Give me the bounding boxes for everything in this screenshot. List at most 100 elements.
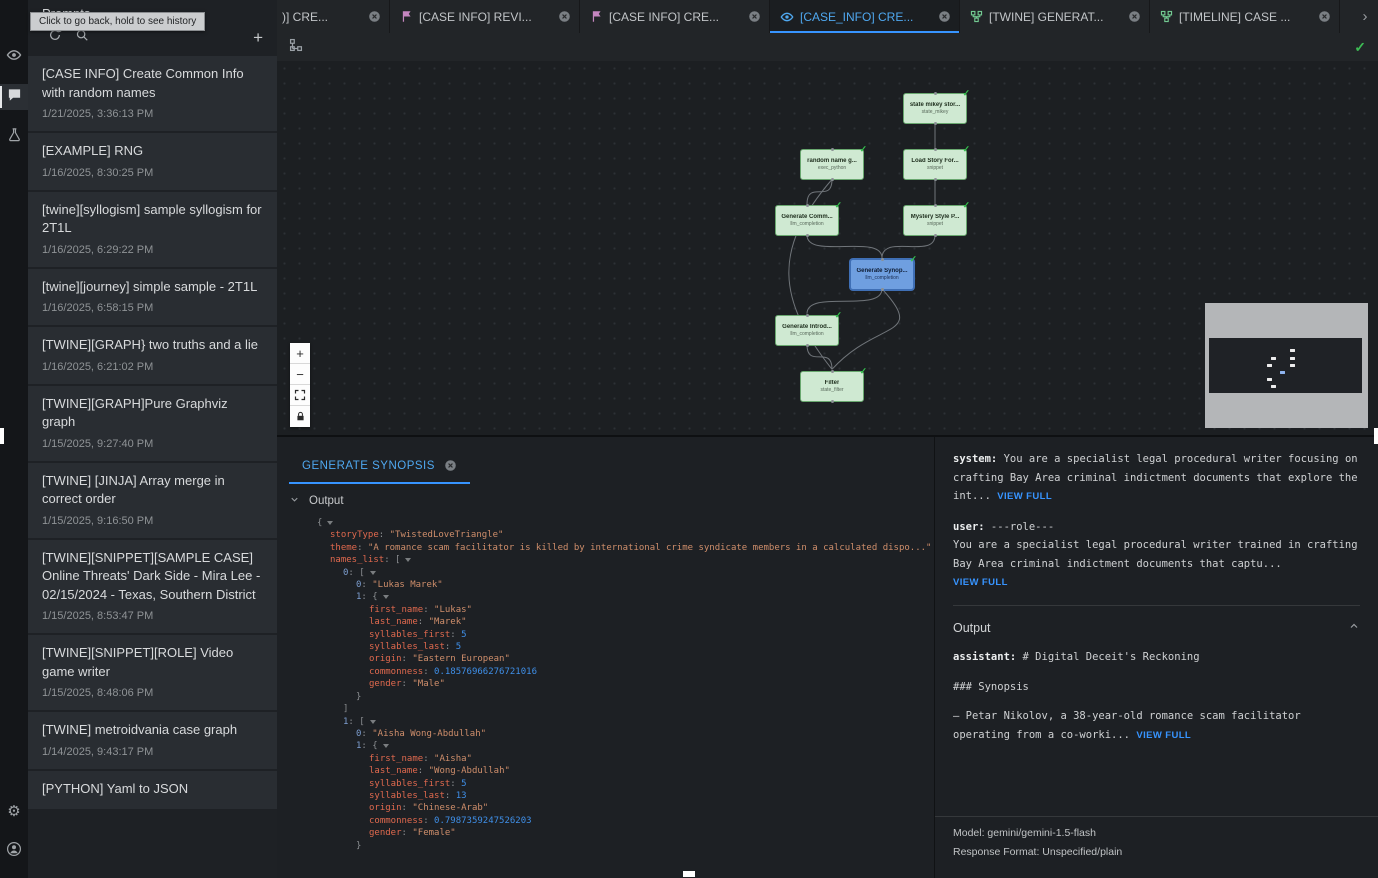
editor-tab-0[interactable]: )] CRE... bbox=[277, 0, 390, 33]
editor-tab-4[interactable]: [TWINE] GENERAT... bbox=[960, 0, 1150, 33]
bottom-split: GENERATE SYNOPSIS Output {storyType: "Tw… bbox=[277, 437, 1378, 878]
flow-node-6[interactable]: Generate Introd...llm_completion✓ bbox=[775, 315, 839, 346]
synopsis-text: — Petar Nikolov, a 38-year-old romance s… bbox=[953, 710, 1301, 741]
prompts-rail-button[interactable] bbox=[0, 84, 28, 110]
splitter-handle-bottom[interactable] bbox=[683, 871, 695, 877]
flow-node-1[interactable]: random name g...exec_python✓ bbox=[800, 149, 864, 180]
collapse-caret-icon[interactable] bbox=[370, 571, 376, 575]
node-subtitle: state_mikey bbox=[922, 109, 949, 115]
zoom-in-button[interactable]: + bbox=[290, 343, 310, 364]
prompt-list-item[interactable]: [CASE INFO] Create Common Info with rand… bbox=[28, 56, 277, 131]
splitter-handle-right[interactable] bbox=[1374, 428, 1378, 444]
prompt-list-item[interactable]: [TWINE][GRAPH]Pure Graphviz graph1/15/20… bbox=[28, 386, 277, 461]
lock-button[interactable] bbox=[290, 406, 310, 427]
view-full-link[interactable]: VIEW FULL bbox=[1136, 730, 1191, 741]
close-icon[interactable] bbox=[938, 10, 951, 23]
prompt-list-item[interactable]: [TWINE][SNIPPET][SAMPLE CASE] Online Thr… bbox=[28, 540, 277, 634]
collapse-caret-icon[interactable] bbox=[327, 521, 333, 525]
flow-node-4[interactable]: Mystery Style P...snippet✓ bbox=[903, 205, 967, 236]
editor-tab-3[interactable]: [CASE_INFO] CRE... bbox=[770, 0, 960, 33]
detail-output-header[interactable]: Output bbox=[953, 606, 1360, 649]
output-tab-generate-synopsis[interactable]: GENERATE SYNOPSIS bbox=[289, 450, 470, 484]
close-icon[interactable] bbox=[1318, 10, 1331, 23]
close-icon[interactable] bbox=[368, 10, 381, 23]
view-full-link[interactable]: VIEW FULL bbox=[997, 491, 1052, 502]
settings-button[interactable]: ⚙ bbox=[0, 798, 28, 824]
flow-node-7[interactable]: Filterstate_filter✓ bbox=[800, 371, 864, 402]
prompt-date: 1/14/2025, 9:43:17 PM bbox=[42, 746, 263, 758]
eye-rail-button[interactable] bbox=[0, 44, 28, 70]
collapse-caret-icon[interactable] bbox=[405, 558, 411, 562]
prompt-list-item[interactable]: [TWINE] [JINJA] Array merge in correct o… bbox=[28, 463, 277, 538]
json-token: names_list bbox=[330, 555, 384, 565]
view-full-link[interactable]: VIEW FULL bbox=[953, 577, 1008, 588]
prompt-list-item[interactable]: [TWINE] metroidvania case graph1/14/2025… bbox=[28, 712, 277, 769]
minimap[interactable] bbox=[1205, 303, 1368, 428]
tab-scroll-right-button[interactable]: › bbox=[1352, 0, 1378, 33]
node-title: Mystery Style P... bbox=[911, 214, 960, 220]
flask-icon bbox=[7, 127, 22, 147]
prompt-list-item[interactable]: [TWINE][SNIPPET][ROLE] Video game writer… bbox=[28, 635, 277, 710]
prompt-list-item[interactable]: [EXAMPLE] RNG1/16/2025, 8:30:25 PM bbox=[28, 133, 277, 190]
node-subtitle: llm_completion bbox=[790, 221, 823, 227]
json-token: "Aisha Wong-Abdullah" bbox=[372, 729, 486, 739]
minimap-node-dot bbox=[1267, 378, 1272, 381]
json-token: { bbox=[372, 592, 377, 602]
editor-tab-5[interactable]: [TIMELINE] CASE ... bbox=[1150, 0, 1340, 33]
prompt-list-item[interactable]: [twine][journey] simple sample - 2T1L1/1… bbox=[28, 269, 277, 326]
collapse-caret-icon[interactable] bbox=[370, 720, 376, 724]
close-icon[interactable] bbox=[1128, 10, 1141, 23]
tab-label: [TWINE] GENERAT... bbox=[989, 10, 1122, 24]
prompt-list-item[interactable]: [PYTHON] Yaml to JSON bbox=[28, 771, 277, 810]
splitter-handle-left[interactable] bbox=[0, 428, 4, 444]
output-section-toggle[interactable]: Output bbox=[289, 494, 934, 508]
flow-node-2[interactable]: Load Story For...snippet✓ bbox=[903, 149, 967, 180]
flow-node-5[interactable]: Generate Synop...llm_completion✓ bbox=[850, 259, 914, 290]
flow-edge bbox=[807, 235, 882, 258]
collapse-caret-icon[interactable] bbox=[383, 744, 389, 748]
json-token: 5 bbox=[461, 779, 466, 789]
json-token: : bbox=[418, 766, 429, 776]
flow-node-3[interactable]: Generate Comm...llm_completion✓ bbox=[775, 205, 839, 236]
account-button[interactable] bbox=[0, 838, 28, 864]
collapse-caret-icon[interactable] bbox=[383, 595, 389, 599]
node-success-check-icon: ✓ bbox=[859, 144, 867, 155]
assistant-title-text: # Digital Deceit's Reckoning bbox=[1016, 651, 1199, 663]
minimap-node-dot bbox=[1267, 364, 1272, 367]
tab-label: [CASE INFO] REVI... bbox=[419, 10, 552, 24]
flow-canvas[interactable]: state mikey stor...state_mikey✓random na… bbox=[277, 61, 1378, 435]
prompt-date: 1/21/2025, 3:36:13 PM bbox=[42, 108, 263, 120]
zoom-out-button[interactable]: − bbox=[290, 364, 310, 385]
prompt-date: 1/15/2025, 8:53:47 PM bbox=[42, 610, 263, 622]
flow-node-0[interactable]: state mikey stor...state_mikey✓ bbox=[903, 93, 967, 124]
auto-layout-icon[interactable] bbox=[289, 38, 303, 57]
editor-tab-1[interactable]: [CASE INFO] REVI... bbox=[390, 0, 580, 33]
json-token: "Lukas Marek" bbox=[372, 580, 442, 590]
prompt-date: 1/15/2025, 8:48:06 PM bbox=[42, 687, 263, 699]
json-token: : bbox=[450, 779, 461, 789]
prompt-title: [TWINE][GRAPH} two truths and a lie bbox=[42, 336, 263, 355]
close-icon[interactable] bbox=[748, 10, 761, 23]
add-prompt-button[interactable]: + bbox=[253, 29, 263, 46]
json-line: last_name: "Wong-Abdullah" bbox=[317, 765, 934, 777]
json-tree: {storyType: "TwistedLoveTriangle"theme: … bbox=[317, 517, 934, 852]
close-icon[interactable] bbox=[558, 10, 571, 23]
json-line: first_name: "Lukas" bbox=[317, 604, 934, 616]
flask-rail-button[interactable] bbox=[0, 124, 28, 150]
json-token: : bbox=[445, 791, 456, 801]
json-token: ] bbox=[343, 704, 348, 714]
json-line: 1: { bbox=[317, 591, 934, 603]
json-token: : bbox=[402, 828, 413, 838]
json-token: [ bbox=[359, 568, 364, 578]
json-line: gender: "Male" bbox=[317, 678, 934, 690]
json-line: ] bbox=[317, 703, 934, 715]
node-success-check-icon: ✓ bbox=[859, 366, 867, 377]
fit-view-button[interactable] bbox=[290, 385, 310, 406]
prompt-list-item[interactable]: [TWINE][GRAPH} two truths and a lie1/16/… bbox=[28, 327, 277, 384]
editor-tab-2[interactable]: [CASE INFO] CRE... bbox=[580, 0, 770, 33]
close-icon[interactable] bbox=[444, 459, 457, 472]
system-message: system: You are a specialist legal proce… bbox=[953, 450, 1360, 507]
prompt-list-item[interactable]: [twine][syllogism] sample syllogism for … bbox=[28, 192, 277, 267]
json-token: "Male" bbox=[412, 679, 445, 689]
prompt-title: [twine][journey] simple sample - 2T1L bbox=[42, 278, 263, 297]
